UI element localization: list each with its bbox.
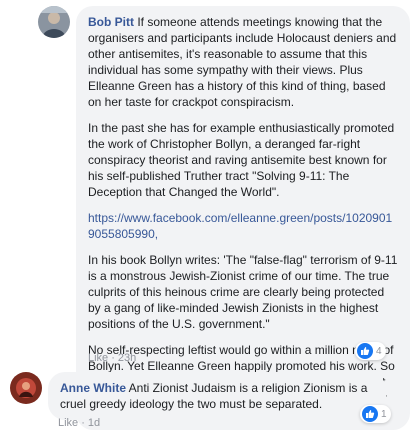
reaction-number: 1: [381, 408, 387, 420]
timestamp[interactable]: 23h: [118, 352, 136, 364]
like-link[interactable]: Like: [88, 352, 108, 364]
reaction-count[interactable]: 4: [355, 342, 386, 360]
comment-body: Bob Pitt If someone attends meetings kno…: [88, 14, 398, 110]
comment-text: If someone attends meetings knowing that…: [88, 15, 397, 109]
reaction-count[interactable]: 1: [360, 405, 391, 423]
comment-anne-white: Anne White Anti Zionist Judaism is a rel…: [10, 372, 386, 420]
avatar[interactable]: [10, 372, 42, 404]
thumbs-up-icon: [357, 343, 373, 359]
comment-author[interactable]: Bob Pitt: [88, 15, 134, 29]
comment-bubble: Bob Pitt If someone attends meetings kno…: [76, 6, 410, 430]
comment-bubble: Anne White Anti Zionist Judaism is a rel…: [48, 372, 386, 420]
like-link[interactable]: Like: [58, 417, 78, 429]
avatar[interactable]: [38, 6, 70, 38]
separator-dot: ·: [111, 352, 115, 364]
timestamp[interactable]: 1d: [88, 417, 100, 429]
reaction-number: 4: [376, 345, 382, 357]
post-link[interactable]: https://www.facebook.com/elleanne.green/…: [88, 210, 398, 242]
comment-paragraph: In his book Bollyn writes: 'The "false-f…: [88, 253, 398, 331]
comment-bob-pitt: Bob Pitt If someone attends meetings kno…: [38, 6, 410, 430]
separator-dot: ·: [81, 417, 85, 429]
thumbs-up-icon: [362, 406, 378, 422]
comment-actions: Like · 23h: [88, 352, 136, 364]
comment-paragraph: In the past she has for example enthusia…: [88, 121, 395, 199]
comment-author[interactable]: Anne White: [60, 381, 126, 395]
comment-actions: Like · 1d: [58, 417, 100, 429]
